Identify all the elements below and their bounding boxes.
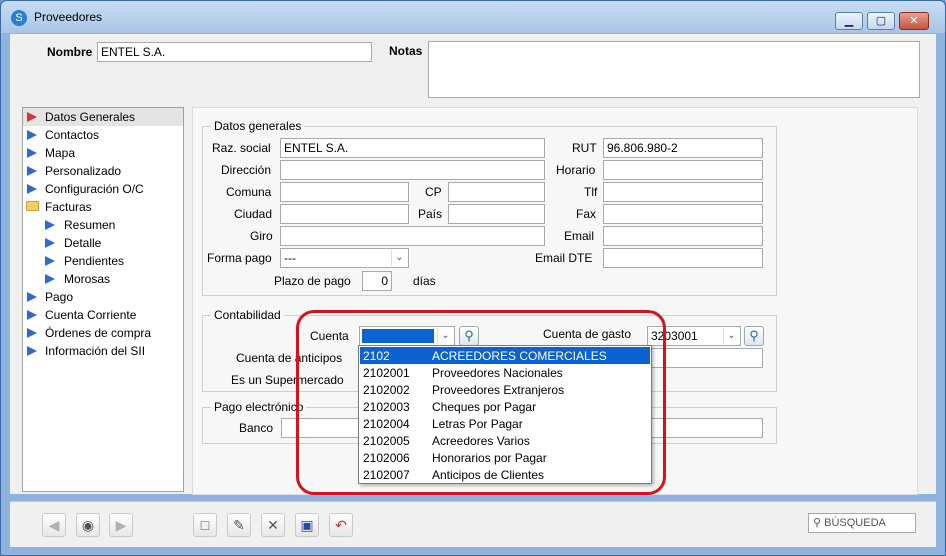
horario-input[interactable] xyxy=(603,160,763,180)
maximize-button[interactable]: ▢ xyxy=(867,12,895,30)
folder-icon xyxy=(26,201,39,211)
comuna-label: Comuna xyxy=(226,185,272,199)
undo-icon[interactable]: ↶ xyxy=(329,513,353,537)
cp-input[interactable] xyxy=(448,182,545,202)
arrow-icon xyxy=(27,346,37,356)
arrow-icon xyxy=(45,256,55,266)
giro-input[interactable] xyxy=(280,226,545,246)
giro-label: Giro xyxy=(250,229,273,243)
arrow-icon xyxy=(45,238,55,248)
sidebar-item-datos-generales[interactable]: Datos Generales xyxy=(23,108,183,126)
sidebar-item-morosas[interactable]: Morosas xyxy=(23,270,183,288)
sidebar-item-facturas[interactable]: Facturas xyxy=(23,198,183,216)
app-icon: S xyxy=(11,10,27,26)
client-area: Nombre ENTEL S.A. Notas Datos Generales … xyxy=(10,34,936,495)
next-record-icon[interactable]: ▶ xyxy=(109,513,133,537)
email-label: Email xyxy=(564,229,595,243)
close-button[interactable]: ✕ xyxy=(899,12,929,30)
comuna-input[interactable] xyxy=(280,182,409,202)
proveedores-window: S Proveedores ▁ ▢ ✕ Nombre ENTEL S.A. No… xyxy=(0,0,946,556)
arrow-icon xyxy=(45,274,55,284)
notas-label: Notas xyxy=(389,44,423,58)
sidebar-item-ordenes-compra[interactable]: Órdenes de compra xyxy=(23,324,183,342)
sidebar-item-cuenta-corriente[interactable]: Cuenta Corriente xyxy=(23,306,183,324)
sidebar-item-informacion-sii[interactable]: Información del SII xyxy=(23,342,183,360)
email-input[interactable] xyxy=(603,226,763,246)
pais-input[interactable] xyxy=(448,204,545,224)
sidebar-item-pago[interactable]: Pago xyxy=(23,288,183,306)
arrow-icon xyxy=(27,130,37,140)
delete-icon[interactable]: ✕ xyxy=(261,513,285,537)
email-dte-label: Email DTE xyxy=(535,251,593,265)
sidebar-nav: Datos Generales Contactos Mapa Personali… xyxy=(22,107,184,492)
dias-label: días xyxy=(413,274,436,288)
group-title: Datos generales xyxy=(211,119,305,133)
sidebar-item-detalle[interactable]: Detalle xyxy=(23,234,183,252)
nombre-label: Nombre xyxy=(47,45,93,59)
arrow-icon xyxy=(27,292,37,302)
forma-pago-label: Forma pago xyxy=(207,251,272,265)
razon-social-label: Raz. social xyxy=(212,141,271,155)
banco-label: Banco xyxy=(239,421,274,435)
plazo-pago-input[interactable]: 0 xyxy=(362,271,392,291)
arrow-icon xyxy=(27,310,37,320)
bottom-toolbar: ◀ ◉ ▶ □ ✎ ✕ ▣ ↶ ⚲ BÚSQUEDA xyxy=(10,501,936,547)
sidebar-item-resumen[interactable]: Resumen xyxy=(23,216,183,234)
minimize-button[interactable]: ▁ xyxy=(835,12,863,30)
search-input[interactable]: ⚲ BÚSQUEDA xyxy=(808,513,916,533)
group-title: Pago electrónico xyxy=(211,400,307,414)
arrow-icon xyxy=(27,328,37,338)
previous-record-icon[interactable]: ◀ xyxy=(42,513,66,537)
chevron-down-icon[interactable]: ⌄ xyxy=(723,328,739,344)
new-document-icon[interactable]: □ xyxy=(193,513,217,537)
pais-label: País xyxy=(418,207,443,221)
direccion-input[interactable] xyxy=(280,160,545,180)
notas-textarea[interactable] xyxy=(428,41,920,98)
horario-label: Horario xyxy=(556,163,596,177)
edit-pencil-icon[interactable]: ✎ xyxy=(227,513,251,537)
group-title: Contabilidad xyxy=(211,308,284,322)
chevron-down-icon[interactable]: ⌄ xyxy=(391,250,407,266)
razon-social-input[interactable]: ENTEL S.A. xyxy=(280,138,545,158)
ciudad-label: Ciudad xyxy=(234,207,273,221)
arrow-icon xyxy=(27,184,37,194)
sidebar-item-pendientes[interactable]: Pendientes xyxy=(23,252,183,270)
direccion-label: Dirección xyxy=(221,163,272,177)
search-cuenta-gasto-icon[interactable]: ⚲ xyxy=(744,326,764,346)
sidebar-item-mapa[interactable]: Mapa xyxy=(23,144,183,162)
sidebar-item-contactos[interactable]: Contactos xyxy=(23,126,183,144)
fax-label: Fax xyxy=(576,207,597,221)
highlight-annotation xyxy=(296,310,666,495)
window-title: Proveedores xyxy=(34,10,103,24)
plazo-pago-label: Plazo de pago xyxy=(274,274,351,288)
search-icon: ⚲ xyxy=(813,517,825,529)
rut-label: RUT xyxy=(572,141,597,155)
rut-input[interactable]: 96.806.980-2 xyxy=(603,138,763,158)
email-dte-input[interactable] xyxy=(603,248,763,268)
ciudad-input[interactable] xyxy=(280,204,409,224)
tlf-label: Tlf xyxy=(584,185,598,199)
fax-input[interactable] xyxy=(603,204,763,224)
arrow-icon xyxy=(27,112,37,122)
forma-pago-select[interactable]: --- ⌄ xyxy=(280,248,409,268)
arrow-icon xyxy=(27,166,37,176)
sidebar-item-personalizado[interactable]: Personalizado xyxy=(23,162,183,180)
save-icon[interactable]: ▣ xyxy=(295,513,319,537)
arrow-icon xyxy=(27,148,37,158)
tlf-input[interactable] xyxy=(603,182,763,202)
sidebar-item-configuracion-oc[interactable]: Configuración O/C xyxy=(23,180,183,198)
forma-pago-value: --- xyxy=(284,251,296,265)
title-bar[interactable]: S Proveedores ▁ ▢ ✕ xyxy=(1,1,945,33)
arrow-icon xyxy=(45,220,55,230)
nombre-input[interactable]: ENTEL S.A. xyxy=(97,42,372,62)
binoculars-icon[interactable]: ◉ xyxy=(76,513,100,537)
cp-label: CP xyxy=(425,185,442,199)
